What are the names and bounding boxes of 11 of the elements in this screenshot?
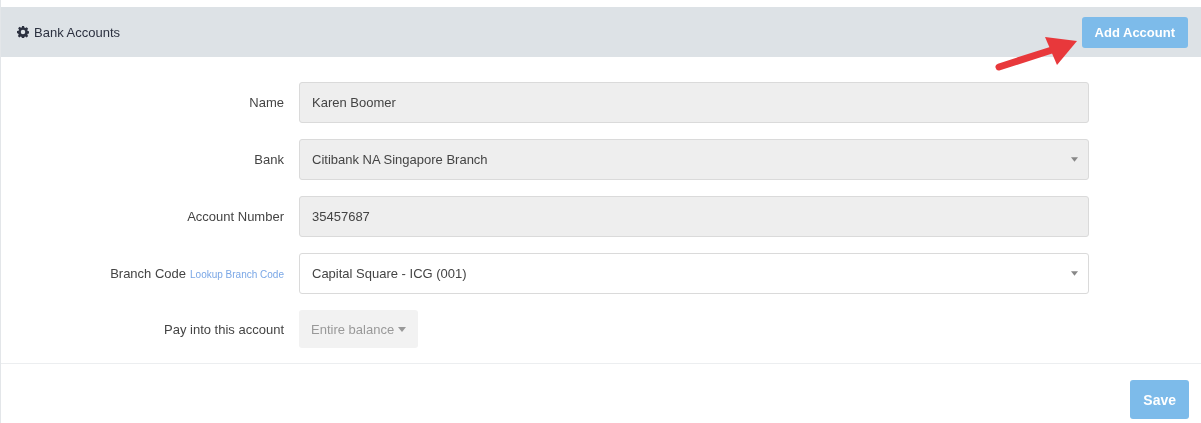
- field-label: Name: [249, 95, 284, 110]
- select-field[interactable]: Capital Square - ICG (001): [299, 253, 1089, 294]
- field-label: Bank: [254, 152, 284, 167]
- caret-icon: [1071, 157, 1078, 162]
- caret-icon: [1071, 271, 1078, 276]
- field-label: Account Number: [187, 209, 284, 224]
- panel-title: Bank Accounts: [34, 24, 120, 40]
- field-label: Branch Code: [110, 266, 187, 281]
- settings-icon: [17, 26, 29, 38]
- caret-icon: [398, 326, 407, 332]
- field-label: Pay into this account: [164, 321, 284, 337]
